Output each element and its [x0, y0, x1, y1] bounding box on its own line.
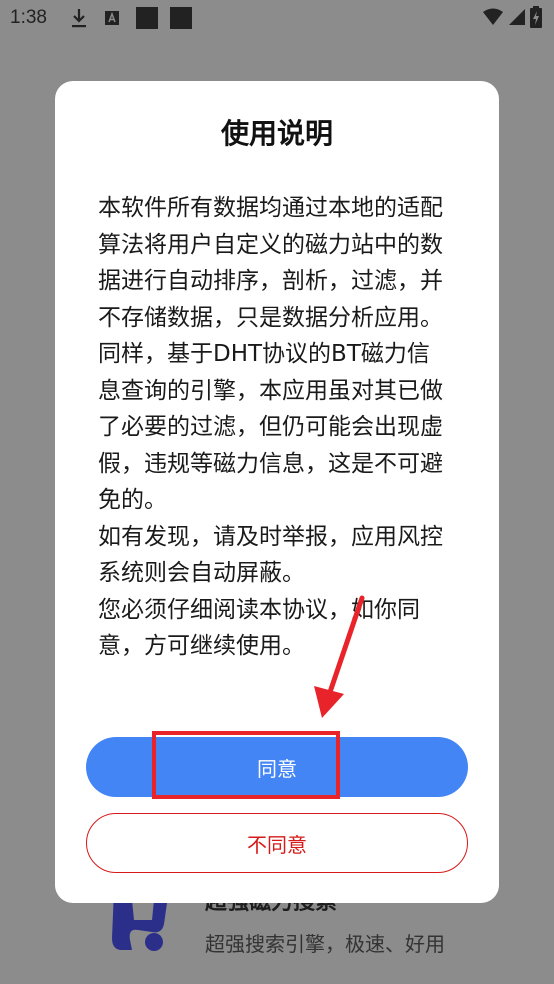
- status-time: 1:38: [10, 7, 47, 28]
- signal-icon: [509, 9, 525, 25]
- dialog-paragraph: 如有发现，请及时举报，应用风控系统则会自动屏蔽。: [98, 523, 443, 587]
- notification-square-icon-2: [170, 7, 192, 29]
- disagree-button[interactable]: 不同意: [86, 813, 468, 873]
- status-bar: 1:38: [0, 0, 554, 36]
- dialog-body: 本软件所有数据均通过本地的适配算法将用户自定义的磁力站中的数据进行自动排序，剖析…: [98, 190, 450, 665]
- annotation-arrow-icon: [314, 595, 365, 718]
- dialog-paragraph: 您必须仔细阅读本协议，如你同意，方可继续使用。: [98, 596, 420, 660]
- notification-square-icon: [136, 7, 158, 29]
- battery-charging-icon: [530, 6, 542, 28]
- background-app-subtitle: 超强搜索引擎，极速、好用: [205, 932, 445, 956]
- dialog-paragraph: 同样，基于DHT协议的BT磁力信息查询的引擎，本应用虽对其已做了必要的过滤，但仍…: [98, 341, 443, 513]
- dialog-paragraph: 本软件所有数据均通过本地的适配算法将用户自定义的磁力站中的数据进行自动排序，剖析…: [98, 195, 443, 331]
- dialog-title: 使用说明: [220, 117, 333, 150]
- wifi-icon: [483, 8, 503, 25]
- download-icon: [72, 9, 86, 28]
- annotation-highlight-box: [152, 731, 340, 799]
- text-a-icon: [105, 11, 119, 25]
